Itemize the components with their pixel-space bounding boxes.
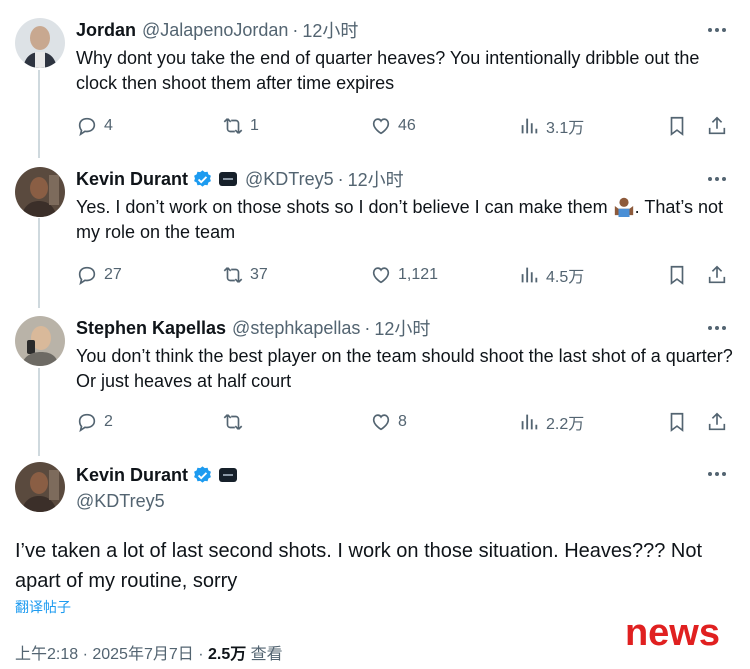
reply-button[interactable]: 27	[76, 263, 122, 287]
reply-tweet[interactable]: Kevin Durant @KDTrey5 · 12小时 Yes. I don’…	[0, 167, 750, 297]
avatar[interactable]	[15, 167, 65, 217]
views-count: 4.5万	[546, 269, 585, 286]
like-count: 1,121	[398, 266, 439, 283]
like-icon	[370, 411, 392, 433]
bookmark-button[interactable]	[666, 114, 694, 138]
handle[interactable]: @JalapenoJordan	[142, 20, 288, 41]
views-count: 2.5万	[207, 646, 247, 663]
bookmark-icon	[666, 115, 688, 137]
main-tweet-text: I’ve taken a lot of last second shots. I…	[15, 540, 703, 592]
views-button[interactable]: 3.1万	[518, 114, 584, 138]
retweet-icon	[222, 115, 244, 137]
bookmark-button[interactable]	[666, 263, 694, 287]
bookmark-icon	[666, 264, 688, 286]
display-name[interactable]: Kevin Durant	[76, 465, 188, 486]
views-count: 3.1万	[546, 120, 585, 137]
tweet-metadata: 上午2:18 · 2025年7月7日 · 2.5万 查看	[15, 640, 283, 664]
retweet-count: 37	[250, 266, 268, 283]
share-icon	[706, 264, 728, 286]
retweet-icon	[222, 264, 244, 286]
tweet-text: Yes. I don’t work on those shots so I do…	[76, 195, 736, 245]
avatar[interactable]	[15, 316, 65, 366]
timestamp[interactable]: 12小时	[374, 315, 430, 341]
views-count: 2.2万	[546, 416, 585, 433]
views-icon	[518, 411, 540, 433]
like-button[interactable]: 1,121	[370, 263, 438, 287]
handle[interactable]: @KDTrey5	[245, 169, 334, 190]
like-button[interactable]: 46	[370, 114, 416, 138]
more-icon[interactable]	[708, 462, 726, 486]
like-icon	[370, 115, 392, 137]
views-button[interactable]: 4.5万	[518, 263, 584, 287]
share-button[interactable]	[706, 410, 734, 434]
affiliate-badge[interactable]	[219, 468, 238, 482]
handle-row: @KDTrey5	[76, 489, 165, 513]
verified-icon	[192, 465, 213, 486]
share-button[interactable]	[706, 263, 734, 287]
person-shrugging-emoji-icon	[614, 197, 633, 217]
more-icon[interactable]	[708, 167, 726, 191]
share-icon	[706, 411, 728, 433]
share-button[interactable]	[706, 114, 734, 138]
like-icon	[370, 264, 392, 286]
action-bar: 2 8 2.2万	[76, 410, 736, 434]
reply-icon	[76, 411, 98, 433]
separator: ·	[337, 168, 344, 189]
share-icon	[706, 115, 728, 137]
views-icon	[518, 264, 540, 286]
tweet-header: Jordan @JalapenoJordan · 12小时	[76, 18, 358, 42]
bookmark-icon	[666, 411, 688, 433]
tweet-header: Stephen Kapellas @stephkapellas · 12小时	[76, 316, 430, 340]
handle[interactable]: @stephkapellas	[232, 318, 360, 339]
reply-tweet[interactable]: Jordan @JalapenoJordan · 12小时 Why dont y…	[0, 18, 750, 148]
affiliate-badge[interactable]	[219, 172, 238, 186]
tweet-header: Kevin Durant	[76, 463, 238, 487]
views-button[interactable]: 2.2万	[518, 410, 584, 434]
timestamp[interactable]: 上午2:18 · 2025年7月7日 ·	[15, 646, 208, 663]
timestamp[interactable]: 12小时	[348, 166, 404, 192]
handle[interactable]: @KDTrey5	[76, 491, 165, 512]
avatar[interactable]	[15, 462, 65, 512]
action-bar: 27 37 1,121 4.5万	[76, 263, 736, 287]
timestamp[interactable]: 12小时	[302, 17, 358, 43]
reply-icon	[76, 115, 98, 137]
reply-button[interactable]: 2	[76, 410, 113, 434]
reply-tweet[interactable]: Stephen Kapellas @stephkapellas · 12小时 Y…	[0, 316, 750, 446]
retweet-button[interactable]	[222, 410, 250, 434]
reply-button[interactable]: 4	[76, 114, 113, 138]
retweet-button[interactable]: 37	[222, 263, 268, 287]
display-name[interactable]: Stephen Kapellas	[76, 318, 226, 339]
reply-count: 2	[104, 413, 113, 430]
more-icon[interactable]	[708, 18, 726, 42]
action-bar: 4 1 46 3.1万	[76, 114, 736, 138]
separator: ·	[292, 19, 299, 40]
tweet-text-part: Yes. I don’t work on those shots so I do…	[76, 197, 608, 217]
translate-link[interactable]: 翻译帖子	[15, 597, 71, 617]
retweet-icon	[222, 411, 244, 433]
news-watermark: news	[624, 612, 720, 654]
reply-count: 4	[104, 117, 113, 134]
separator: ·	[364, 317, 371, 338]
retweet-button[interactable]: 1	[222, 114, 259, 138]
tweet-text: Why dont you take the end of quarter hea…	[76, 48, 700, 93]
more-icon[interactable]	[708, 316, 726, 340]
tweet-header: Kevin Durant @KDTrey5 · 12小时	[76, 167, 404, 191]
retweet-count: 1	[250, 117, 259, 134]
like-button[interactable]: 8	[370, 410, 407, 434]
like-count: 46	[398, 117, 416, 134]
display-name[interactable]: Jordan	[76, 20, 136, 41]
views-icon	[518, 115, 540, 137]
verified-icon	[192, 169, 213, 190]
reply-icon	[76, 264, 98, 286]
tweet-text: You don’t think the best player on the t…	[76, 346, 733, 391]
bookmark-button[interactable]	[666, 410, 694, 434]
views-label: 查看	[246, 646, 283, 663]
like-count: 8	[398, 413, 407, 430]
reply-count: 27	[104, 266, 122, 283]
avatar[interactable]	[15, 18, 65, 68]
display-name[interactable]: Kevin Durant	[76, 169, 188, 190]
